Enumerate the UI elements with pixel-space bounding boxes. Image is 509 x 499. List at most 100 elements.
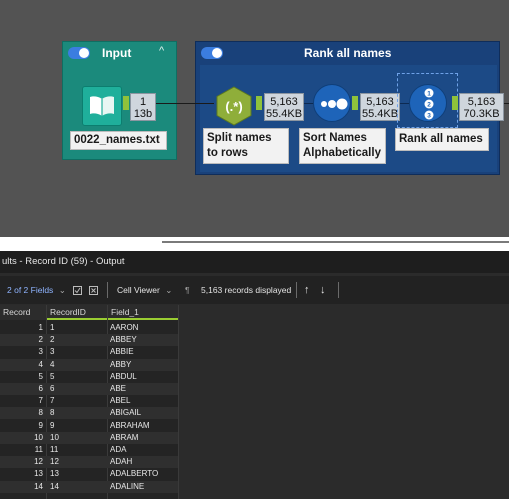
toolbar-divider <box>296 282 297 298</box>
chevron-down-icon: ⌄ <box>165 285 173 295</box>
table-row[interactable]: 5 5 ABDUL <box>0 371 178 383</box>
results-toolbar: 2 of 2 Fields ⌄ Cell Viewer ⌄ ¶ 5,163 re… <box>0 276 509 304</box>
output-anchor[interactable] <box>256 96 262 110</box>
table-row[interactable]: 2 2 ABBEY <box>0 334 178 347</box>
fields-selector[interactable]: 2 of 2 Fields ⌄ <box>7 276 66 304</box>
table-cell[interactable]: ABDUL <box>108 371 178 383</box>
table-cell[interactable]: 11 <box>48 444 106 456</box>
rank-container-toggle[interactable] <box>201 47 223 59</box>
tool-label-regex[interactable]: Split names to rows <box>203 128 289 164</box>
grid-header: Record RecordID Field_1 <box>0 305 178 320</box>
table-cell[interactable]: 7 <box>0 395 45 407</box>
input-container-header[interactable]: Input ^ <box>63 42 176 64</box>
splitter-handle[interactable] <box>162 241 509 243</box>
badge-size: 55.4KB <box>265 108 303 120</box>
record-id-tool[interactable]: 1 2 3 <box>409 84 447 122</box>
regex-tool[interactable]: (.*) <box>214 86 254 126</box>
record-count-badge: 5,163 70.3KB <box>459 93 504 121</box>
table-cell[interactable]: 1 <box>0 322 45 334</box>
table-cell[interactable]: ABRAHAM <box>108 420 178 432</box>
table-cell[interactable]: 7 <box>48 395 106 407</box>
table-cell[interactable]: ABE <box>108 383 178 395</box>
rank-container-title: Rank all names <box>304 46 392 60</box>
svg-text:1: 1 <box>427 91 431 98</box>
table-cell[interactable]: 14 <box>0 481 45 493</box>
table-cell[interactable]: 4 <box>0 359 45 371</box>
table-row[interactable]: 6 6 ABE <box>0 383 178 395</box>
table-row[interactable]: 7 7 ABEL <box>0 395 178 407</box>
table-cell[interactable]: ABIGAIL <box>108 407 178 419</box>
table-cell[interactable]: ABEL <box>108 395 178 407</box>
table-cell[interactable]: ADALBERTO <box>108 468 178 480</box>
collapse-chevron-icon[interactable]: ^ <box>159 45 164 57</box>
tool-label-input[interactable]: 0022_names.txt <box>70 131 167 150</box>
table-cell[interactable]: AARON <box>108 322 178 334</box>
table-cell[interactable]: 5 <box>48 371 106 383</box>
input-data-tool[interactable] <box>82 86 122 126</box>
table-row[interactable]: 4 4 ABBY <box>0 358 178 371</box>
badge-size: 13b <box>133 108 153 120</box>
table-cell[interactable]: 2 <box>0 334 45 346</box>
record-count-badge: 5,163 55.4KB <box>360 93 400 121</box>
table-cell[interactable]: ABBIE <box>108 346 178 358</box>
table-cell[interactable]: 13 <box>0 468 45 480</box>
column-header-record[interactable]: Record <box>0 305 46 320</box>
table-cell[interactable]: 3 <box>0 346 45 358</box>
table-cell[interactable]: ADAH <box>108 456 178 468</box>
table-row[interactable]: 1 1 AARON <box>0 322 178 334</box>
sort-tool[interactable] <box>313 84 351 122</box>
table-cell[interactable]: 9 <box>48 420 106 432</box>
badge-size: 70.3KB <box>463 108 500 120</box>
regex-icon: (.*) <box>216 86 252 126</box>
tool-label-rank[interactable]: Rank all names <box>395 128 489 151</box>
chevron-down-icon: ⌄ <box>58 285 66 295</box>
table-cell[interactable]: 2 <box>48 334 106 346</box>
table-cell[interactable]: 12 <box>48 456 106 468</box>
table-cell[interactable]: ABBEY <box>108 334 178 346</box>
table-cell[interactable]: ABRAM <box>108 432 178 444</box>
table-cell[interactable]: 5 <box>0 371 45 383</box>
table-cell[interactable]: 6 <box>48 383 106 395</box>
table-cell[interactable]: 6 <box>0 383 45 395</box>
table-cell[interactable]: 4 <box>48 359 106 371</box>
table-row[interactable]: 14 14 ADALINE <box>0 480 178 493</box>
table-cell[interactable]: 10 <box>0 432 45 444</box>
table-cell[interactable]: ADALINE <box>108 481 178 493</box>
table-row[interactable]: 3 3 ABBIE <box>0 346 178 358</box>
output-anchor[interactable] <box>352 96 358 110</box>
table-cell[interactable]: 10 <box>48 432 106 444</box>
table-cell[interactable]: 14 <box>48 481 106 493</box>
table-row[interactable]: 13 13 ADALBERTO <box>0 468 178 480</box>
pane-splitter[interactable] <box>0 237 509 251</box>
table-row[interactable]: 9 9 ABRAHAM <box>0 420 178 432</box>
column-divider <box>178 305 179 499</box>
cell-viewer-dropdown[interactable]: Cell Viewer ⌄ <box>117 276 172 304</box>
workflow-canvas[interactable]: Input ^ Rank all names 1 13b 0022_names.… <box>0 0 509 237</box>
output-anchor[interactable] <box>452 96 458 110</box>
table-cell[interactable]: ADA <box>108 444 178 456</box>
table-cell[interactable]: 3 <box>48 346 106 358</box>
table-cell[interactable]: 11 <box>0 444 45 456</box>
paragraph-icon[interactable]: ¶ <box>185 276 190 304</box>
table-row[interactable]: 12 12 ADAH <box>0 456 178 469</box>
arrow-up-icon[interactable]: ↑ <box>304 276 310 304</box>
table-row[interactable]: 10 10 ABRAM <box>0 431 178 444</box>
table-cell[interactable]: 8 <box>48 407 106 419</box>
table-cell[interactable]: 8 <box>0 407 45 419</box>
badge-records: 1 <box>139 96 147 108</box>
arrow-down-icon[interactable]: ↓ <box>320 276 326 304</box>
table-cell[interactable]: 13 <box>48 468 106 480</box>
input-container-toggle[interactable] <box>68 47 90 59</box>
table-cell[interactable]: ABBY <box>108 359 178 371</box>
tool-label-sort[interactable]: Sort Names Alphabetically <box>299 128 386 164</box>
table-cell[interactable]: 9 <box>0 420 45 432</box>
record-count-badge: 1 13b <box>130 93 156 121</box>
output-anchor[interactable] <box>123 96 129 110</box>
edit-icon[interactable] <box>73 276 82 304</box>
table-cell[interactable]: 12 <box>0 456 45 468</box>
table-cell[interactable]: 1 <box>48 322 106 334</box>
badge-records: 5,163 <box>366 96 394 108</box>
clear-icon[interactable] <box>89 276 98 304</box>
table-row[interactable]: 11 11 ADA <box>0 444 178 456</box>
table-row[interactable]: 8 8 ABIGAIL <box>0 407 178 420</box>
